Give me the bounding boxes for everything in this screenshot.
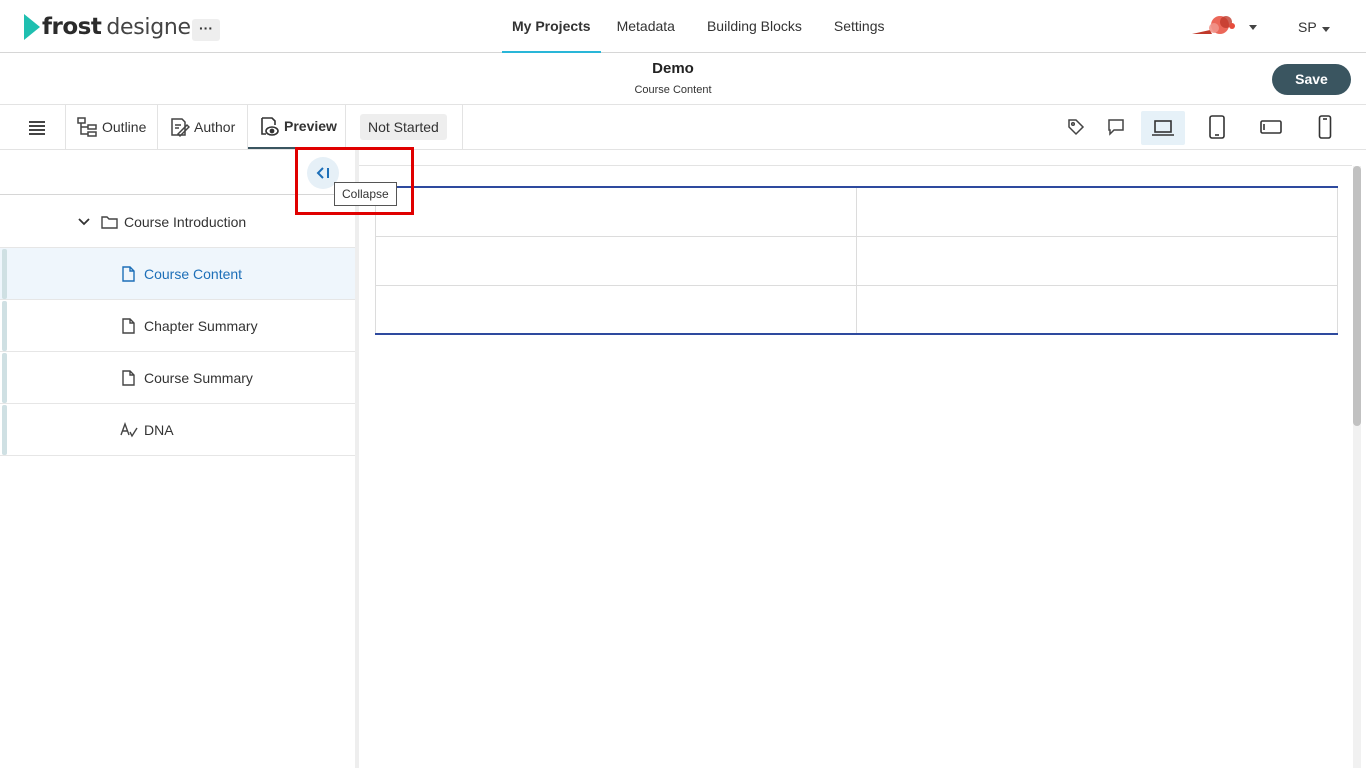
user-menu[interactable]: SP [1298, 19, 1317, 35]
editor-toolbar: Outline Author Preview Not Started [0, 105, 1366, 150]
author-icon [171, 118, 190, 138]
organization-logo-icon[interactable] [1190, 14, 1244, 38]
table-cell[interactable] [856, 187, 1338, 237]
tree-item-label: Course Content [144, 265, 243, 282]
preview-frame [359, 165, 1352, 768]
preview-scrollbar[interactable] [1353, 166, 1361, 768]
preview-icon [261, 117, 279, 136]
table-cell[interactable] [856, 235, 1338, 286]
table-cell[interactable] [375, 187, 857, 237]
frost-designer-logo[interactable]: frost designer [24, 12, 200, 42]
tree-item-label: Course Introduction [124, 213, 247, 230]
tab-outline[interactable]: Outline [66, 105, 158, 149]
save-button[interactable]: Save [1272, 64, 1351, 95]
tab-author-label: Author [194, 119, 236, 135]
nav-building-blocks[interactable]: Building Blocks [691, 0, 818, 53]
page-icon [122, 265, 135, 282]
collapse-tooltip: Collapse [334, 182, 397, 206]
tree-page-course-content[interactable]: Course Content [0, 248, 355, 300]
document-title: Demo [652, 60, 694, 77]
page-icon [122, 369, 135, 386]
tree-folder-course-introduction[interactable]: Course Introduction [0, 196, 355, 248]
logo-text-bold: frost [42, 14, 102, 40]
table-cell[interactable] [375, 284, 857, 334]
nav-my-projects[interactable]: My Projects [502, 0, 601, 53]
tab-author[interactable]: Author [158, 105, 248, 149]
tree-page-chapter-summary[interactable]: Chapter Summary [0, 300, 355, 352]
comment-icon[interactable] [1098, 113, 1134, 141]
page-icon [122, 317, 135, 334]
nav-metadata[interactable]: Metadata [601, 0, 691, 53]
sidebar-header [0, 150, 355, 195]
tree-item-label: DNA [144, 421, 174, 438]
table-row [375, 284, 1338, 334]
tree-item-dna[interactable]: DNA [0, 404, 355, 456]
more-options-button[interactable]: ··· [192, 19, 220, 41]
hamburger-menu-icon[interactable] [0, 105, 66, 149]
tab-preview-label: Preview [284, 118, 337, 134]
logo-chevron-icon [24, 14, 40, 40]
document-subtitle: Course Content [634, 84, 712, 96]
phone-icon[interactable] [1307, 113, 1343, 141]
nav-settings[interactable]: Settings [818, 0, 901, 53]
scrollbar-thumb[interactable] [1353, 166, 1361, 426]
outline-sidebar: Course Introduction Course Content Chapt… [0, 150, 355, 768]
collapse-left-icon [316, 167, 329, 179]
user-dropdown-caret-icon[interactable] [1322, 27, 1330, 32]
top-navbar: frost designer ··· My Projects Metadata … [0, 0, 1366, 53]
status-badge[interactable]: Not Started [360, 114, 447, 140]
main-nav: My Projects Metadata Building Blocks Set… [502, 0, 901, 53]
tag-icon[interactable] [1058, 113, 1094, 141]
preview-area [359, 150, 1366, 768]
chevron-down-icon[interactable] [78, 217, 90, 227]
tree-item-label: Chapter Summary [144, 317, 258, 334]
org-dropdown-caret-icon[interactable] [1249, 25, 1257, 30]
dna-icon [120, 421, 138, 438]
tree-page-course-summary[interactable]: Course Summary [0, 352, 355, 404]
tree-item-label: Course Summary [144, 369, 253, 386]
content-table [375, 186, 1338, 335]
tablet-icon[interactable] [1199, 113, 1235, 141]
tab-outline-label: Outline [102, 119, 147, 135]
logo-text: designer [106, 14, 200, 40]
outline-icon [77, 117, 97, 137]
document-header: Demo Course Content Save [0, 53, 1366, 105]
user-initials: SP [1298, 19, 1317, 35]
table-row [375, 235, 1338, 286]
tablet-landscape-icon[interactable] [1253, 113, 1289, 141]
folder-icon [101, 215, 118, 229]
tab-preview[interactable]: Preview [248, 105, 346, 149]
table-row [375, 187, 1338, 237]
laptop-icon[interactable] [1141, 111, 1185, 145]
table-cell[interactable] [375, 235, 857, 286]
table-cell[interactable] [856, 284, 1338, 334]
